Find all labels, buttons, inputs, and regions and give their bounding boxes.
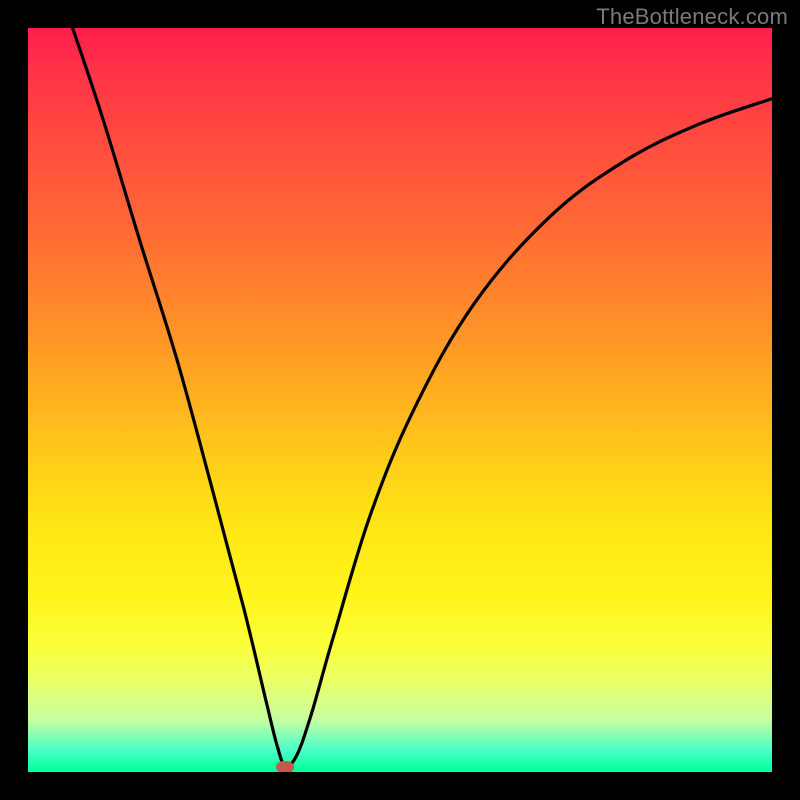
bottleneck-curve [73,28,772,766]
curve-svg [28,28,772,772]
minimum-marker [276,761,294,772]
chart-frame: TheBottleneck.com [0,0,800,800]
watermark-text: TheBottleneck.com [596,4,788,30]
plot-area [28,28,772,772]
